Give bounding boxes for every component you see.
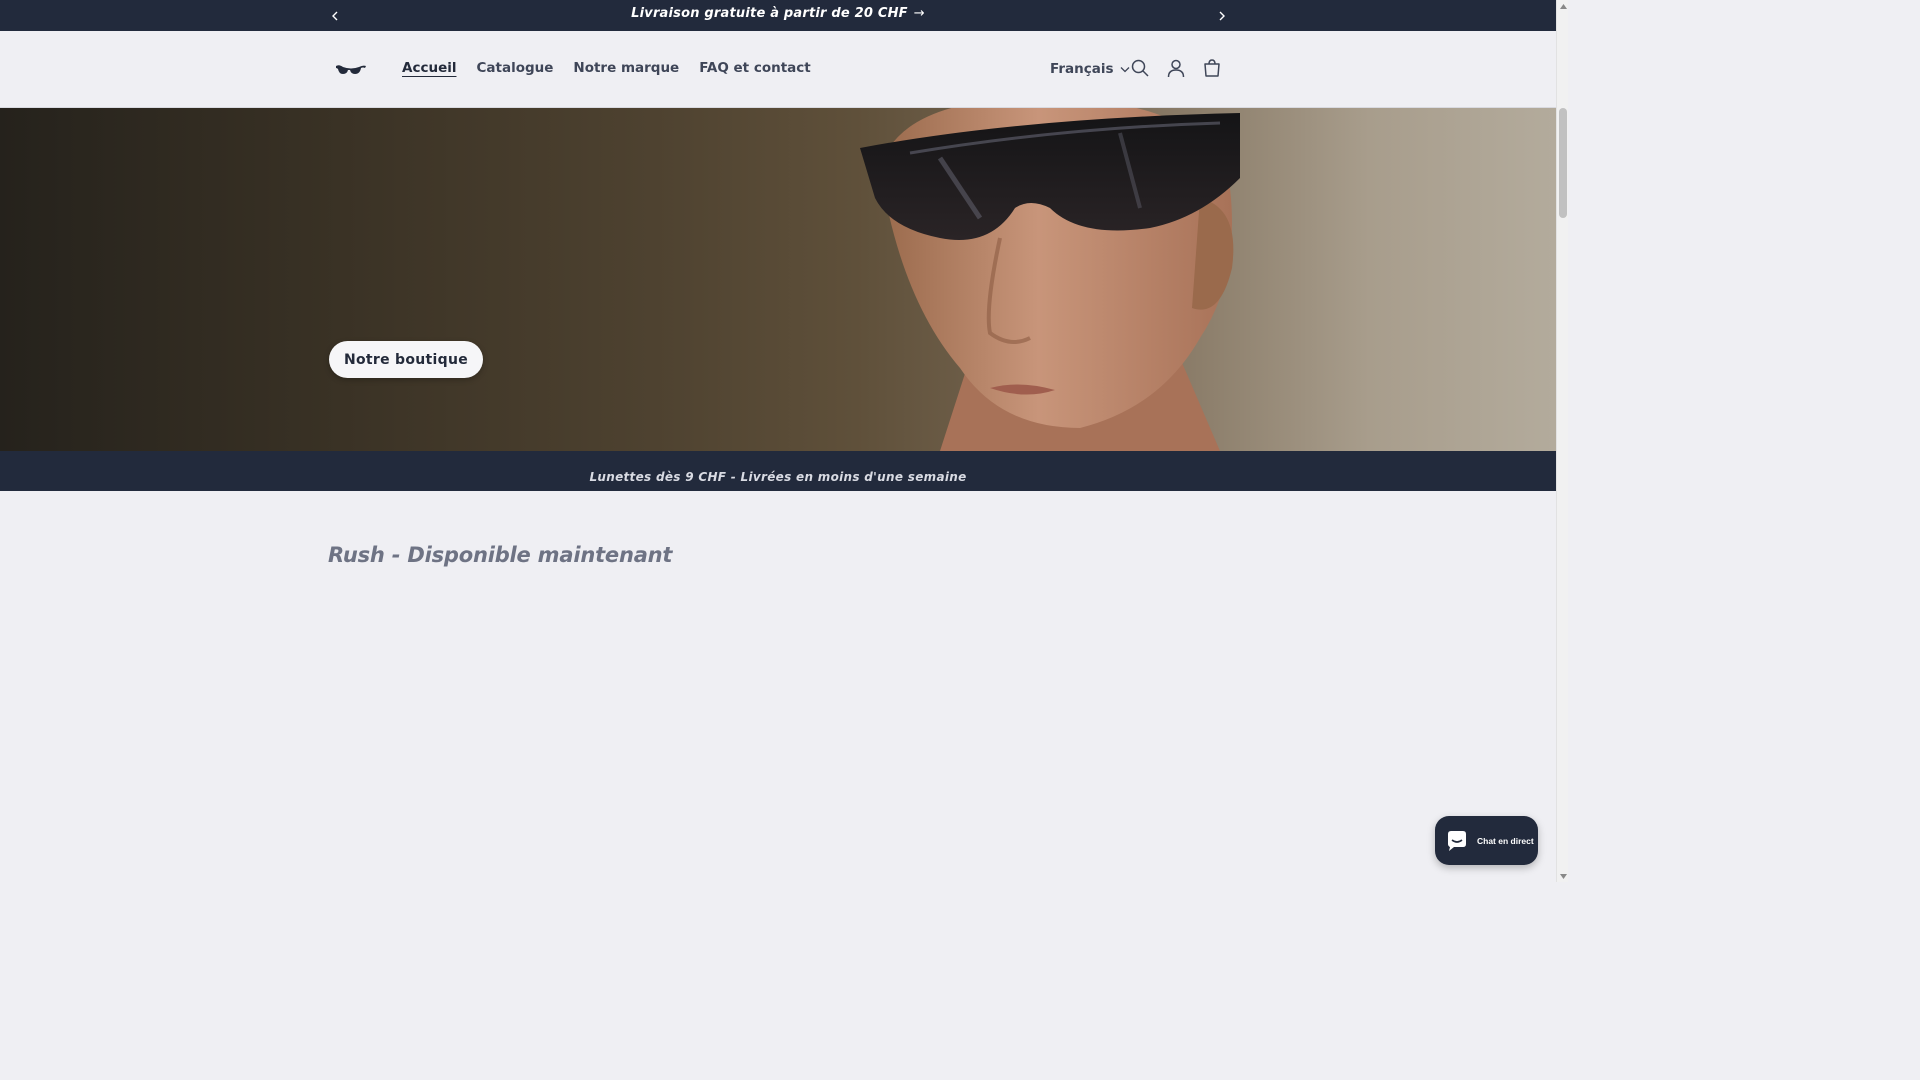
sunglasses-logo-icon[interactable] [335, 58, 367, 80]
info-strip: Lunettes dès 9 CHF - Livrées en moins d'… [0, 451, 1556, 491]
chevron-down-icon [1120, 66, 1129, 72]
hero-background [0, 108, 1556, 451]
nav-item-faq-contact[interactable]: FAQ et contact [699, 60, 811, 76]
shop-button[interactable]: Notre boutique [329, 341, 483, 378]
account-icon[interactable] [1166, 58, 1188, 80]
announcement-link[interactable]: Livraison gratuite à partir de 20 CHF → [0, 6, 1556, 21]
chat-bubble-icon [1448, 830, 1466, 851]
language-selector[interactable]: Français [1050, 61, 1130, 77]
scroll-down-icon[interactable] [1557, 870, 1569, 882]
chat-label: Chat en direct [1477, 835, 1534, 846]
hero-banner: Notre boutique [0, 108, 1556, 451]
nav-item-notre-marque[interactable]: Notre marque [573, 60, 679, 76]
announcement-bar: Livraison gratuite à partir de 20 CHF → [0, 0, 1556, 31]
nav-item-accueil[interactable]: Accueil [402, 60, 456, 76]
site-header: Accueil Catalogue Notre marque FAQ et co… [0, 31, 1556, 108]
announcement-text: Livraison gratuite à partir de 20 CHF [631, 6, 908, 21]
search-icon[interactable] [1130, 58, 1152, 80]
main-nav: Accueil Catalogue Notre marque FAQ et co… [402, 60, 831, 76]
cart-icon[interactable] [1202, 58, 1224, 80]
language-label: Français [1050, 61, 1114, 77]
info-strip-text: Lunettes dès 9 CHF - Livrées en moins d'… [589, 470, 967, 484]
hero-model-image [860, 108, 1240, 451]
scrollbar[interactable] [1556, 0, 1568, 882]
nav-item-catalogue[interactable]: Catalogue [476, 60, 553, 76]
section-title: Rush - Disponible maintenant [328, 543, 673, 567]
chat-button[interactable]: Chat en direct [1435, 816, 1538, 865]
arrow-right-icon: → [913, 6, 925, 21]
chevron-right-icon[interactable] [1212, 6, 1232, 26]
scrollbar-thumb[interactable] [1559, 108, 1567, 218]
scroll-up-icon[interactable] [1557, 0, 1569, 12]
